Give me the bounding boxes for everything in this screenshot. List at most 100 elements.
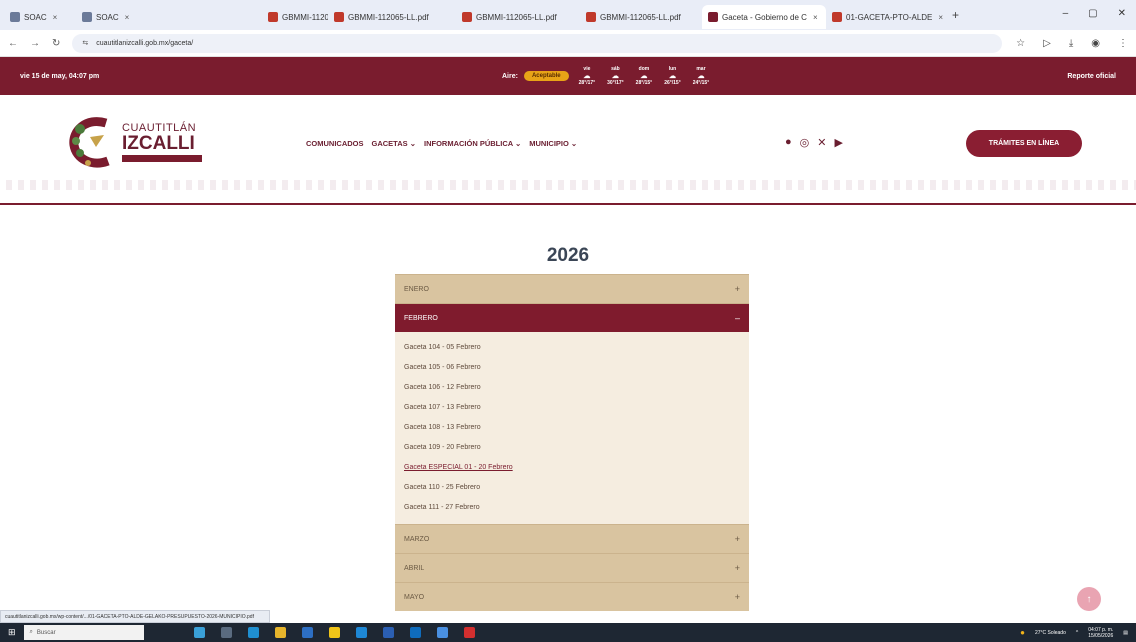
browser-tools: ☆ ▷ ⤓ ◉ ⋮	[1016, 38, 1128, 49]
profile-icon[interactable]: ◉	[1091, 38, 1100, 49]
forward-icon[interactable]: →	[30, 38, 40, 49]
download-icon[interactable]: ⤓	[1069, 38, 1073, 49]
youtube-icon[interactable]: ▶	[834, 136, 842, 149]
clock[interactable]: 04:07 p. m. 15/05/2026	[1088, 627, 1113, 639]
store-icon[interactable]	[301, 627, 313, 638]
browser-tab[interactable]: GBMMI-112065-LL.pdf	[188, 5, 328, 29]
gaceta-link[interactable]: Gaceta 110 - 25 Febrero	[404, 478, 740, 498]
accordion-febrero[interactable]: FEBRERO –	[395, 303, 749, 332]
reload-icon[interactable]: ↻	[52, 38, 60, 49]
cloud-icon: ☁	[697, 72, 705, 80]
browser-tab[interactable]: GBMMI-112065-LL.pdf	[456, 5, 580, 29]
browser-tab[interactable]: SOAC ×	[4, 5, 76, 29]
site-favicon-icon	[708, 12, 718, 22]
cloud-icon: ☁	[583, 72, 591, 80]
close-tab-icon[interactable]: ×	[53, 13, 58, 22]
pdf-favicon-icon	[334, 12, 344, 22]
pdf-favicon-icon	[586, 12, 596, 22]
nav-informacion-publica[interactable]: INFORMACIÓN PÚBLICA ⌄	[424, 139, 521, 148]
menu-icon[interactable]: ⋮	[1118, 38, 1128, 49]
pdf-favicon-icon	[268, 12, 278, 22]
expand-icon: +	[734, 563, 740, 573]
gaceta-link[interactable]: Gaceta 107 - 13 Febrero	[404, 398, 740, 418]
site-logo[interactable]: CUAUTITLÁN IZCALLI	[66, 113, 202, 171]
widgets-icon[interactable]	[220, 627, 232, 638]
current-date: vie 15 de may, 04:07 pm	[20, 72, 100, 80]
url-input[interactable]: ⇆ cuautitlanizcalli.gob.mx/gaceta/	[72, 33, 1003, 53]
weather-sun-icon: ●	[1020, 628, 1025, 637]
acrobat-icon[interactable]	[463, 627, 475, 638]
browser-tab-active[interactable]: Gaceta - Gobierno de C ×	[702, 5, 826, 29]
gaceta-link-hovered[interactable]: Gaceta ESPECIAL 01 - 20 Febrero	[404, 458, 740, 478]
forecast-day: sáb ☁ 30°/17°	[607, 65, 624, 86]
site-top-bar: vie 15 de may, 04:07 pm Aire: Aceptable …	[0, 57, 1136, 95]
cloud-icon: ☁	[668, 72, 676, 80]
close-window-icon[interactable]: ✕	[1118, 8, 1126, 19]
taskbar-search[interactable]: ⌕ Buscar	[23, 625, 144, 640]
main-nav: COMUNICADOS GACETAS ⌄ INFORMACIÓN PÚBLIC…	[306, 139, 577, 148]
nav-gacetas[interactable]: GACETAS ⌄	[372, 139, 416, 148]
outlook-icon[interactable]	[409, 627, 421, 638]
site-header: CUAUTITLÁN IZCALLI COMUNICADOS GACETAS ⌄…	[0, 95, 1136, 205]
edge-icon[interactable]	[247, 627, 259, 638]
browser-tab[interactable]: 01-GACETA-PTO-ALDE ×	[826, 5, 944, 29]
forecast-day: vie ☁ 28°/17°	[578, 65, 596, 86]
nav-municipio[interactable]: MUNICIPIO ⌄	[529, 139, 577, 148]
task-view-icon[interactable]	[193, 627, 205, 638]
pdf-favicon-icon	[462, 12, 472, 22]
gacetas-accordion: ENERO + FEBRERO – Gaceta 104 - 05 Febrer…	[395, 274, 749, 611]
accordion-mayo[interactable]: MAYO +	[395, 582, 749, 611]
scroll-top-button[interactable]: ↑	[1077, 587, 1101, 611]
bookmark-star-icon[interactable]: ☆	[1016, 38, 1025, 49]
chrome-icon[interactable]	[328, 627, 340, 638]
logo-emblem-icon	[69, 117, 110, 168]
accordion-marzo[interactable]: MARZO +	[395, 524, 749, 553]
logo-ribbon	[122, 154, 202, 162]
windows-start-icon[interactable]: ⊞	[8, 627, 16, 638]
status-bar-url: cuautitlanizcalli.gob.mx/wp-content/.../…	[0, 610, 270, 623]
gaceta-link[interactable]: Gaceta 109 - 20 Febrero	[404, 438, 740, 458]
gaceta-link[interactable]: Gaceta 105 - 06 Febrero	[404, 358, 740, 378]
back-icon[interactable]: ←	[8, 38, 18, 49]
pdf-favicon-icon	[832, 12, 842, 22]
close-tab-icon[interactable]: ×	[813, 13, 818, 22]
close-tab-icon[interactable]: ×	[938, 13, 943, 22]
minimize-icon[interactable]: –	[1063, 8, 1069, 19]
facebook-icon[interactable]: ●	[785, 136, 792, 149]
file-explorer-icon[interactable]	[274, 627, 286, 638]
close-tab-icon[interactable]: ×	[125, 13, 130, 22]
air-quality-badge: Aceptable	[523, 71, 569, 81]
tab-favicon-icon	[82, 12, 92, 22]
address-bar: ← → ↻ ⇆ cuautitlanizcalli.gob.mx/gaceta/…	[0, 30, 1136, 57]
gaceta-link[interactable]: Gaceta 104 - 05 Febrero	[404, 338, 740, 358]
new-tab-icon[interactable]: +	[952, 8, 959, 22]
notifications-icon[interactable]: ▤	[1123, 630, 1128, 636]
accordion-abril[interactable]: ABRIL +	[395, 553, 749, 582]
x-icon[interactable]: ✕	[817, 136, 826, 149]
browser-tab[interactable]: SOAC ×	[76, 5, 188, 29]
gaceta-link[interactable]: Gaceta 106 - 12 Febrero	[404, 378, 740, 398]
tray-chevron-icon[interactable]: ^	[1076, 630, 1078, 636]
accordion-enero[interactable]: ENERO +	[395, 274, 749, 303]
mail-icon[interactable]	[355, 627, 367, 638]
nav-comunicados[interactable]: COMUNICADOS	[306, 139, 364, 148]
air-quality: Aire: Aceptable	[502, 71, 569, 81]
site-info-icon[interactable]: ⇆	[82, 39, 88, 47]
instagram-icon[interactable]: ◎	[800, 136, 810, 149]
tab-favicon-icon	[10, 12, 20, 22]
sidebar-icon[interactable]: ▷	[1043, 38, 1051, 49]
browser-tab[interactable]: GBMMI-112065-LL.pdf	[580, 5, 702, 29]
gaceta-link[interactable]: Gaceta 108 - 13 Febrero	[404, 418, 740, 438]
system-tray: ● 27°C Soleado ^ 04:07 p. m. 15/05/2026 ▤	[1020, 626, 1128, 639]
tramites-en-linea-button[interactable]: TRÁMITES EN LÍNEA	[966, 130, 1082, 157]
browser-tab[interactable]: GBMMI-112065-LL.pdf	[328, 5, 456, 29]
gaceta-link[interactable]: Gaceta 111 - 27 Febrero	[404, 498, 740, 518]
word-icon[interactable]	[382, 627, 394, 638]
chrome-active-icon[interactable]	[436, 627, 448, 638]
forecast-day: lun ☁ 26°/15°	[664, 65, 681, 86]
official-report-link[interactable]: Reporte oficial	[1067, 73, 1116, 80]
taskbar-apps	[193, 627, 475, 638]
logo-wordmark: CUAUTITLÁN IZCALLI	[122, 122, 202, 162]
maximize-icon[interactable]: ▢	[1088, 8, 1097, 19]
cloud-icon: ☁	[640, 72, 648, 80]
